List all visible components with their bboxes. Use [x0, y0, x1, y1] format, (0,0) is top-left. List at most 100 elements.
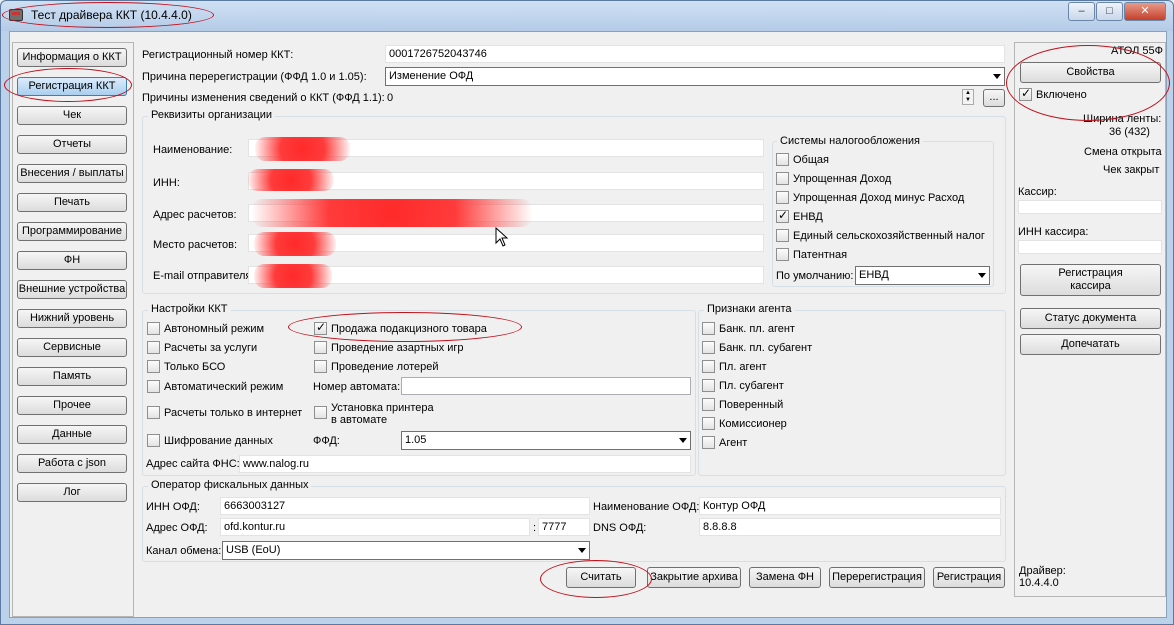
agent-label-3: Пл. субагент — [719, 380, 784, 392]
nav-button-9[interactable]: Нижний уровень — [17, 309, 127, 328]
agent-checkbox-1[interactable] — [702, 341, 715, 354]
agent-label-2: Пл. агент — [719, 361, 767, 373]
autonomous-label: Автономный режим — [164, 323, 265, 335]
regnum-field[interactable]: 0001726752043746 — [385, 45, 1005, 63]
reason-value: Изменение ОФД — [389, 70, 474, 82]
register-button[interactable]: Регистрация — [933, 567, 1005, 588]
ofd-inn-field[interactable]: 6663003127 — [220, 497, 590, 515]
ofd-dns-label: DNS ОФД: — [593, 522, 647, 534]
cashier-inn-label: ИНН кассира: — [1018, 226, 1089, 238]
mouse-cursor-icon — [495, 227, 509, 247]
reason-select[interactable]: Изменение ОФД — [385, 67, 1005, 86]
register-cashier-button[interactable]: Регистрация кассира — [1020, 264, 1161, 296]
ofd-name-field[interactable]: Контур ОФД — [699, 497, 1001, 515]
close-button[interactable]: ✕ — [1124, 2, 1166, 21]
internet-checkbox[interactable] — [147, 406, 160, 419]
cashier-label: Кассир: — [1018, 186, 1057, 198]
automat-number-field[interactable] — [401, 377, 691, 395]
nav-button-6[interactable]: Программирование — [17, 222, 127, 241]
ofd-channel-select[interactable]: USB (EoU) — [222, 541, 590, 560]
nav-button-15[interactable]: Лог — [17, 483, 127, 502]
gambling-checkbox[interactable] — [314, 341, 327, 354]
changes-more-button[interactable]: ... — [983, 89, 1005, 107]
ofd-port-separator: : — [533, 522, 537, 534]
tax-checkbox-5[interactable] — [776, 248, 789, 261]
driver-label: Драйвер: — [1019, 565, 1066, 577]
doc-status-button[interactable]: Статус документа — [1020, 308, 1161, 329]
nav-button-14[interactable]: Работа с json — [17, 454, 127, 473]
maximize-button[interactable]: □ — [1096, 2, 1123, 21]
nav-button-0[interactable]: Информация о ККТ — [17, 48, 127, 67]
cashier-field[interactable] — [1018, 200, 1162, 214]
encryption-checkbox[interactable] — [147, 434, 160, 447]
encryption-label: Шифрование данных — [164, 435, 273, 447]
nav-button-12[interactable]: Прочее — [17, 396, 127, 415]
spin-buttons[interactable]: ▲ ▼ — [962, 89, 974, 105]
changes-label: Причины изменения сведений о ККТ (ФФД 1.… — [142, 92, 385, 104]
reprint-button[interactable]: Допечатать — [1020, 334, 1161, 355]
tax-checkbox-3[interactable] — [776, 208, 789, 223]
nav-button-11[interactable]: Память — [17, 367, 127, 386]
agent-checkbox-3[interactable] — [702, 379, 715, 392]
org-place-label: Место расчетов: — [153, 239, 238, 251]
agent-label-6: Агент — [719, 437, 748, 449]
agent-checkbox-2[interactable] — [702, 360, 715, 373]
minimize-button[interactable]: – — [1068, 2, 1095, 21]
agent-checkbox-5[interactable] — [702, 417, 715, 430]
shift-status: Смена открыта — [1084, 146, 1162, 158]
redaction-mark — [254, 232, 336, 256]
ofd-dns-field[interactable]: 8.8.8.8 — [699, 518, 1001, 536]
gambling-label: Проведение азартных игр — [331, 342, 464, 354]
tax-label-1: Упрощенная Доход — [793, 173, 892, 185]
agent-checkbox-4[interactable] — [702, 398, 715, 411]
lottery-checkbox[interactable] — [314, 360, 327, 373]
ofd-name-label: Наименование ОФД: — [593, 501, 700, 513]
annotation-ellipse — [1006, 45, 1170, 121]
ofd-channel-value: USB (EoU) — [226, 544, 281, 556]
reason-label: Причина перерегистрации (ФФД 1.0 и 1.05)… — [142, 71, 367, 83]
tax-checkbox-4[interactable] — [776, 229, 789, 242]
tax-checkbox-1[interactable] — [776, 172, 789, 185]
nav-button-10[interactable]: Сервисные — [17, 338, 127, 357]
annotation-ellipse — [540, 560, 652, 598]
agent-checkbox-6[interactable] — [702, 436, 715, 449]
autonomous-checkbox[interactable] — [147, 322, 160, 335]
annotation-ellipse — [4, 68, 132, 102]
tax-checkbox-0[interactable] — [776, 153, 789, 166]
automatic-checkbox[interactable] — [147, 380, 160, 393]
ffd-value: 1.05 — [405, 434, 427, 446]
tax-group-title: Системы налогообложения — [777, 135, 923, 147]
agent-checkbox-0[interactable] — [702, 322, 715, 335]
nav-button-13[interactable]: Данные — [17, 425, 127, 444]
bso-checkbox[interactable] — [147, 360, 160, 373]
ffd-select[interactable]: 1.05 — [401, 431, 691, 450]
printer-install-checkbox[interactable] — [314, 406, 327, 419]
fns-site-field[interactable]: www.nalog.ru — [239, 455, 691, 473]
ofd-channel-label: Канал обмена: — [146, 545, 222, 557]
nav-button-2[interactable]: Чек — [17, 106, 127, 125]
tax-checkbox-2[interactable] — [776, 191, 789, 204]
tax-default-value: ЕНВД — [859, 269, 889, 281]
services-checkbox[interactable] — [147, 341, 160, 354]
replace-fn-button[interactable]: Замена ФН — [749, 567, 821, 588]
ofd-group-title: Оператор фискальных данных — [148, 479, 312, 491]
nav-button-4[interactable]: Внесения / выплаты — [17, 164, 127, 183]
ofd-port-field[interactable]: 7777 — [538, 518, 590, 536]
redaction-mark — [252, 199, 532, 227]
close-archive-button[interactable]: Закрытие архива — [647, 567, 741, 588]
ofd-address-field[interactable]: ofd.kontur.ru — [220, 518, 530, 536]
agent-label-5: Комиссионер — [719, 418, 787, 430]
org-group-title: Реквизиты организации — [148, 109, 276, 121]
nav-button-7[interactable]: ФН — [17, 251, 127, 270]
nav-button-3[interactable]: Отчеты — [17, 135, 127, 154]
cashier-inn-field[interactable] — [1018, 240, 1162, 254]
tax-default-select[interactable]: ЕНВД — [855, 266, 990, 285]
reregister-button[interactable]: Перерегистрация — [829, 567, 925, 588]
nav-panel — [12, 42, 134, 617]
nav-button-5[interactable]: Печать — [17, 193, 127, 212]
tax-label-3: ЕНВД — [793, 211, 823, 223]
automatic-label: Автоматический режим — [164, 381, 284, 393]
redaction-mark — [248, 169, 334, 191]
annotation-ellipse — [2, 2, 214, 28]
nav-button-8[interactable]: Внешние устройства — [17, 280, 127, 299]
